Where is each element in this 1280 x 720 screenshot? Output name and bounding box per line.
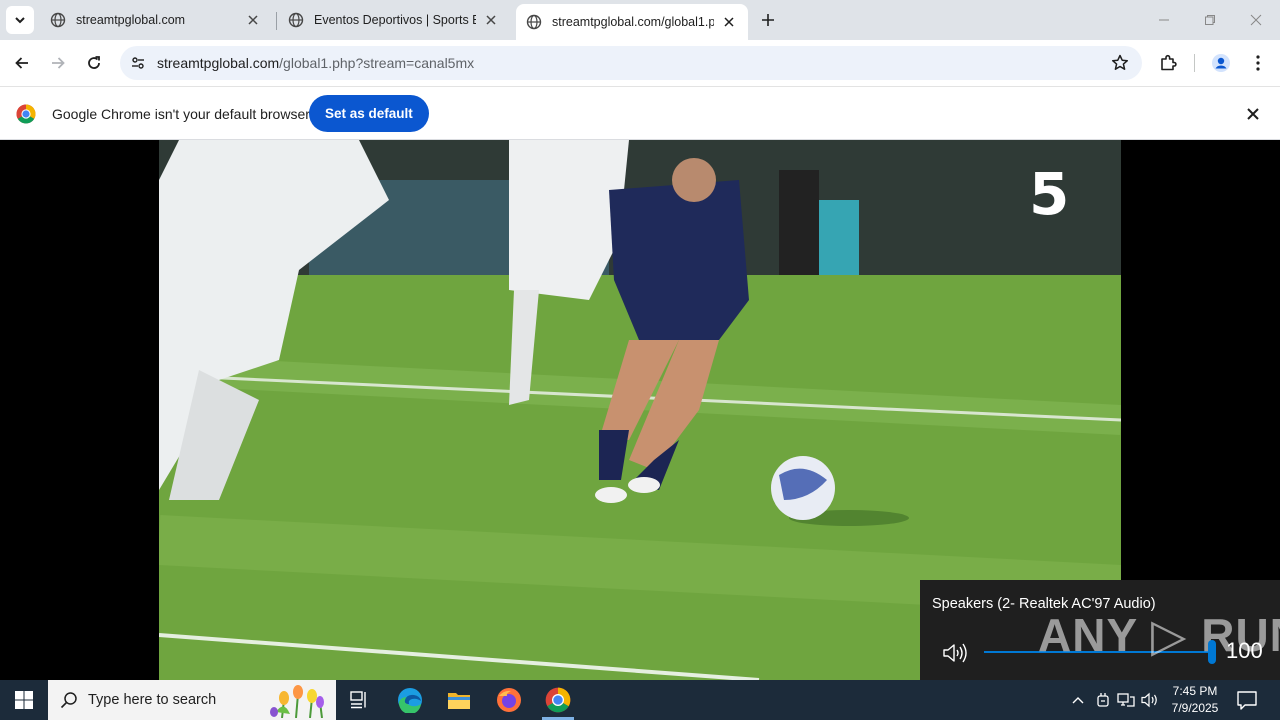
file-explorer-app-button[interactable] — [435, 680, 483, 720]
firefox-icon — [497, 688, 521, 712]
task-view-icon — [350, 691, 366, 709]
firefox-app-button[interactable] — [485, 680, 533, 720]
chrome-app-button[interactable] — [534, 680, 582, 720]
tab-strip: streamtpglobal.com Eventos Deportivos | … — [0, 0, 1280, 40]
forward-button[interactable] — [44, 49, 72, 77]
tab-streamtpglobal[interactable]: streamtpglobal.com — [40, 4, 272, 36]
show-hidden-icons-button[interactable] — [1068, 690, 1088, 710]
taskbar-clock[interactable]: 7:45 PM 7/9/2025 — [1166, 683, 1224, 717]
tab-title: streamtpglobal.com/global1.ph — [552, 15, 714, 29]
address-bar[interactable]: streamtpglobal.com/global1.php?stream=ca… — [120, 46, 1142, 80]
globe-icon — [288, 12, 304, 28]
close-icon — [1250, 14, 1262, 26]
clock-time: 7:45 PM — [1172, 684, 1218, 698]
minimize-icon — [1159, 19, 1169, 21]
back-arrow-icon — [15, 57, 28, 69]
avatar-icon — [1212, 54, 1230, 72]
start-button[interactable] — [0, 680, 48, 720]
network-icon — [1117, 693, 1135, 707]
restore-icon — [1205, 15, 1215, 25]
puzzle-icon — [1161, 54, 1177, 71]
restore-button[interactable] — [1187, 0, 1233, 40]
edge-app-button[interactable] — [386, 680, 434, 720]
channel-logo-text: 5 — [1029, 160, 1070, 228]
volume-flyout: Speakers (2- Realtek AC'97 Audio) ANY ▷ … — [920, 580, 1280, 680]
usb-device-icon — [1097, 693, 1109, 707]
tray-volume-icon[interactable] — [1140, 690, 1160, 710]
plus-icon — [762, 14, 774, 26]
clock-date: 7/9/2025 — [1171, 701, 1219, 715]
close-icon[interactable] — [1244, 105, 1262, 123]
chrome-logo-icon — [16, 104, 36, 124]
infobar-message: Google Chrome isn't your default browser — [52, 106, 310, 122]
close-tab-icon[interactable] — [720, 13, 738, 31]
close-window-button[interactable] — [1233, 0, 1279, 40]
set-as-default-button[interactable]: Set as default — [309, 95, 429, 132]
url-path: /global1.php?stream=canal5mx — [279, 55, 475, 71]
globe-icon — [50, 12, 66, 28]
task-view-button[interactable] — [336, 680, 384, 720]
chrome-icon — [545, 687, 571, 713]
search-icon — [60, 692, 77, 709]
chevron-up-icon — [1072, 697, 1084, 704]
windows-logo-icon — [15, 691, 33, 709]
tray-device-icon[interactable] — [1093, 690, 1113, 710]
toolbar-divider — [1194, 54, 1195, 72]
search-placeholder: Type here to search — [88, 692, 217, 708]
new-tab-button[interactable] — [756, 8, 780, 32]
forward-arrow-icon — [52, 57, 65, 69]
tab-title: streamtpglobal.com — [76, 13, 186, 27]
file-explorer-icon — [448, 693, 470, 709]
tab-divider — [276, 12, 277, 30]
bookmark-star-icon[interactable] — [1110, 53, 1130, 73]
back-button[interactable] — [8, 49, 36, 77]
profile-button[interactable] — [1210, 52, 1232, 74]
site-info-icon[interactable] — [128, 53, 148, 73]
default-browser-infobar: Google Chrome isn't your default browser… — [0, 86, 1280, 140]
url-host: streamtpglobal.com — [157, 55, 280, 71]
chevron-down-icon — [15, 17, 25, 24]
tab-title: Eventos Deportivos | Sports Eve — [314, 13, 476, 27]
globe-icon — [526, 14, 542, 30]
channel-5-logo: 5 — [1029, 164, 1075, 224]
edge-icon — [398, 688, 422, 713]
speaker-icon[interactable] — [942, 642, 968, 664]
windows-taskbar: Type here to search 7:45 PM 7/9/2025 — [0, 680, 1280, 720]
volume-level: 100 — [1226, 638, 1263, 663]
kebab-menu-icon — [1256, 55, 1260, 71]
speaker-icon — [1141, 692, 1157, 708]
close-tab-icon[interactable] — [244, 11, 262, 29]
tab-eventos-deportivos[interactable]: Eventos Deportivos | Sports Eve — [278, 4, 510, 36]
volume-slider-thumb[interactable] — [1208, 640, 1216, 664]
tab-search-button[interactable] — [6, 6, 34, 34]
extensions-button[interactable] — [1157, 52, 1179, 74]
minimize-button[interactable] — [1141, 0, 1187, 40]
tray-network-icon[interactable] — [1116, 690, 1136, 710]
tab-streamtpglobal-global1[interactable]: streamtpglobal.com/global1.ph — [516, 4, 748, 40]
close-tab-icon[interactable] — [482, 11, 500, 29]
taskbar-search-box[interactable]: Type here to search — [48, 680, 336, 720]
url-text[interactable]: streamtpglobal.com/global1.php?stream=ca… — [157, 55, 474, 71]
notifications-icon[interactable] — [1236, 690, 1258, 710]
browser-toolbar: streamtpglobal.com/global1.php?stream=ca… — [0, 40, 1280, 86]
tulips-illustration-icon — [270, 685, 324, 718]
reload-icon — [88, 56, 100, 69]
menu-button[interactable] — [1247, 52, 1269, 74]
reload-button[interactable] — [80, 49, 108, 77]
